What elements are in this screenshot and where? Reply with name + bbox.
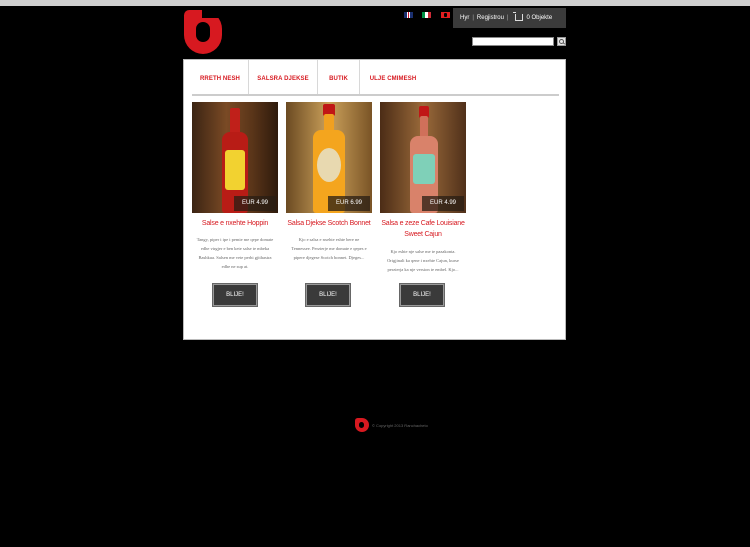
product-card: EUR 4.99 Salsa e zeze Cafe Louisiane Swe…	[380, 102, 466, 274]
product-price: EUR 4.99	[234, 196, 276, 211]
product-description: Tangy, piper i ipe i pemie me qepe domat…	[196, 237, 274, 269]
product-image[interactable]: EUR 4.99	[380, 102, 466, 213]
product-image[interactable]: EUR 4.99	[192, 102, 278, 213]
nav-about[interactable]: RRETH NESH	[192, 60, 249, 94]
search-input[interactable]	[472, 37, 554, 46]
product-price: EUR 4.99	[422, 196, 464, 211]
cart-icon[interactable]	[513, 12, 524, 21]
search-button[interactable]	[557, 37, 566, 46]
uk-flag-icon[interactable]	[404, 12, 413, 18]
product-card: EUR 4.99 Salse e nxehte Hoppin Tangy, pi…	[192, 102, 278, 271]
italy-flag-icon[interactable]	[422, 12, 432, 18]
separator: |	[506, 15, 509, 21]
product-card: EUR 6.99 Salsa Djekse Scotch Bonnet Kjo …	[286, 102, 372, 262]
login-link[interactable]: Hyr	[460, 8, 469, 28]
buy-button[interactable]: BLIJE!	[213, 284, 257, 306]
site-logo[interactable]	[184, 8, 224, 56]
main-nav: RRETH NESH SALSRA DJEKSE BUTIK ULJE CMIM…	[192, 60, 559, 96]
product-title[interactable]: Salsa e zeze Cafe Louisiane Sweet Cajun	[380, 218, 466, 240]
top-strip	[0, 0, 750, 6]
cart-link[interactable]: 0 Objekte	[526, 8, 552, 28]
product-title[interactable]: Salsa Djekse Scotch Bonnet	[286, 218, 372, 229]
product-image[interactable]: EUR 6.99	[286, 102, 372, 213]
footer-logo	[355, 418, 369, 432]
main-panel: RRETH NESH SALSRA DJEKSE BUTIK ULJE CMIM…	[183, 59, 566, 340]
buy-button[interactable]: BLIJE!	[306, 284, 350, 306]
nav-sale[interactable]: ULJE CMIMESH	[360, 60, 426, 94]
separator: |	[472, 15, 474, 21]
buy-button[interactable]: BLIJE!	[400, 284, 444, 306]
product-title[interactable]: Salse e nxehte Hoppin	[192, 218, 278, 229]
product-description: Kjo e salsa e nxehte eshte bere ne Tenne…	[291, 237, 367, 260]
product-description: Kjo eshte nje salse me te pazakonta. Ori…	[387, 249, 459, 272]
copyright-text: © Copyright 2013 Ranchacheto	[372, 423, 428, 428]
albania-flag-icon[interactable]	[440, 12, 450, 18]
nav-shop[interactable]: BUTIK	[318, 60, 360, 94]
user-bar: Hyr | Regjistrou | 0 Objekte	[453, 8, 566, 28]
language-selector	[404, 12, 455, 22]
register-link[interactable]: Regjistrou	[477, 8, 504, 28]
product-price: EUR 6.99	[328, 196, 370, 211]
nav-hot-sauces[interactable]: SALSRA DJEKSE	[249, 60, 318, 94]
